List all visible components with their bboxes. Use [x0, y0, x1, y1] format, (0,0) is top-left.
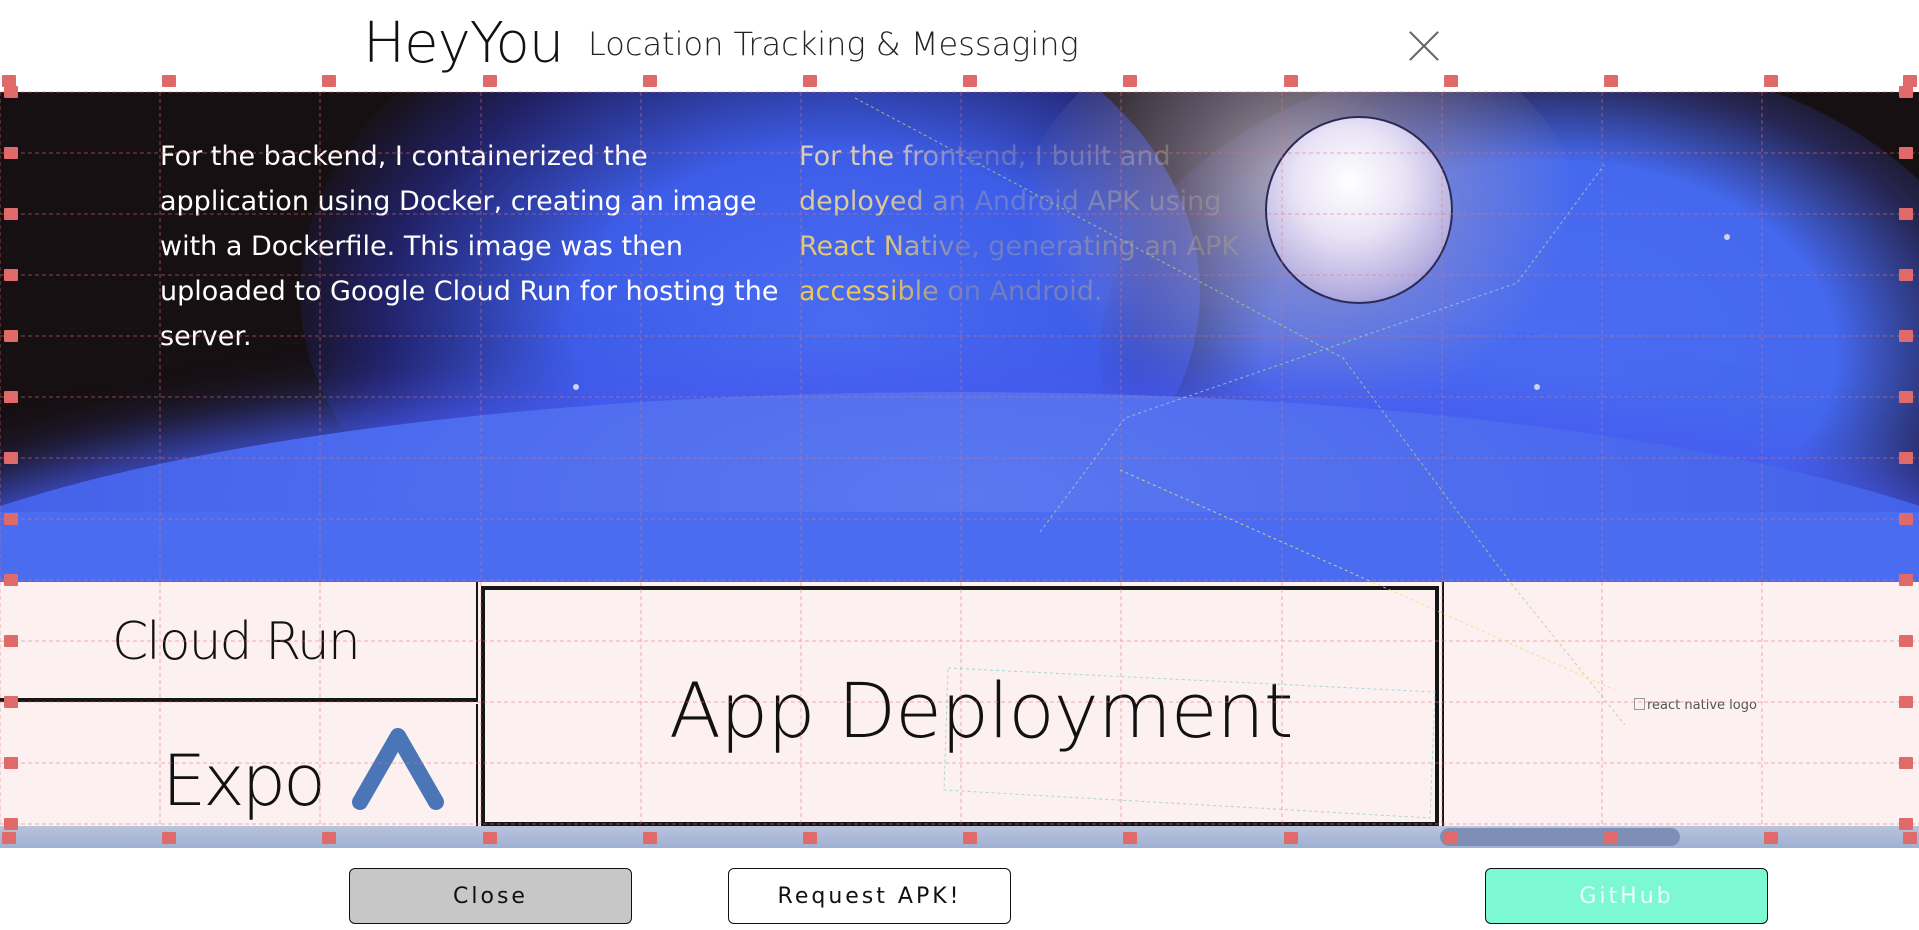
grid-tick-marker: [1444, 75, 1458, 87]
grid-tick-marker: [1899, 574, 1913, 586]
scrollbar-thumb[interactable]: [1440, 828, 1680, 846]
grid-tick-marker: [1284, 75, 1298, 87]
expo-label: Expo: [162, 740, 326, 822]
grid-tick-marker: [963, 75, 977, 87]
grid-tick-marker: [643, 75, 657, 87]
request-apk-button[interactable]: Request APK!: [728, 868, 1011, 924]
grid-tick-marker: [1899, 513, 1913, 525]
grid-tick-marker: [803, 75, 817, 87]
grid-tick-marker: [4, 269, 18, 281]
grid-tick-marker: [4, 818, 18, 830]
grid-tick-marker: [1123, 75, 1137, 87]
grid-tick-marker: [1899, 269, 1913, 281]
react-native-logo-icon: react native logo: [1634, 698, 1757, 713]
grid-tick-marker: [1899, 452, 1913, 464]
app-subtitle: Location Tracking & Messaging: [588, 25, 1079, 63]
grid-tick-marker: [963, 832, 977, 844]
horizontal-scrollbar[interactable]: [0, 826, 1919, 848]
grid-tick-marker: [1284, 832, 1298, 844]
grid-tick-marker: [1899, 696, 1913, 708]
grid-tick-marker: [162, 832, 176, 844]
planet-surface: [0, 512, 1919, 582]
grid-tick-marker: [1899, 208, 1913, 220]
hero-banner: For the backend, I containerized the app…: [0, 92, 1919, 582]
app-deployment-label: App Deployment: [669, 666, 1294, 755]
grid-tick-marker: [4, 696, 18, 708]
grid-tick-marker: [4, 330, 18, 342]
grid-tick-marker: [1899, 757, 1913, 769]
grid-tick-marker: [4, 513, 18, 525]
grid-tick-marker: [803, 832, 817, 844]
grid-tick-marker: [1604, 832, 1618, 844]
grid-tick-marker: [4, 391, 18, 403]
grid-tick-marker: [1899, 818, 1913, 830]
close-button[interactable]: Close: [349, 868, 632, 924]
grid-tick-marker: [322, 832, 336, 844]
grid-tick-marker: [1899, 391, 1913, 403]
grid-tick-marker: [4, 147, 18, 159]
github-button[interactable]: GitHub: [1485, 868, 1768, 924]
grid-tick-marker: [2, 832, 16, 844]
grid-tick-marker: [4, 757, 18, 769]
close-icon[interactable]: [1404, 26, 1444, 66]
grid-tick-marker: [4, 208, 18, 220]
grid-tick-marker: [483, 75, 497, 87]
grid-tick-marker: [4, 635, 18, 647]
star: [573, 384, 579, 390]
grid-tick-marker: [1604, 75, 1618, 87]
grid-tick-marker: [4, 574, 18, 586]
grid-tick-marker: [1899, 330, 1913, 342]
cloud-run-label: Cloud Run: [112, 612, 361, 672]
grid-tick-marker: [4, 86, 18, 98]
grid-tick-marker: [643, 832, 657, 844]
grid-tick-marker: [483, 832, 497, 844]
grid-tick-marker: [322, 75, 336, 87]
modal-header: HeyYou Location Tracking & Messaging: [0, 0, 1919, 92]
cloud-run-tile: Cloud Run: [0, 582, 478, 702]
frontend-description: For the frontend, I built and deployed a…: [799, 134, 1279, 314]
star: [1724, 234, 1730, 240]
grid-tick-marker: [1123, 832, 1137, 844]
grid-tick-marker: [4, 452, 18, 464]
grid-tick-marker: [1764, 75, 1778, 87]
modal-footer: Close Request APK! GitHub: [0, 848, 1919, 930]
grid-tick-marker: [1899, 635, 1913, 647]
grid-tick-marker: [1764, 832, 1778, 844]
grid-tick-marker: [1444, 832, 1458, 844]
star: [1534, 384, 1540, 390]
moon-image: [1265, 116, 1453, 304]
grid-tick-marker: [1903, 832, 1917, 844]
expo-logo-icon: [352, 728, 444, 810]
grid-tick-marker: [162, 75, 176, 87]
app-deployment-tile: App Deployment: [481, 586, 1439, 826]
backend-description: For the backend, I containerized the app…: [160, 141, 779, 352]
grid-tick-marker: [1899, 147, 1913, 159]
grid-tick-marker: [1899, 86, 1913, 98]
app-title: HeyYou: [363, 11, 564, 76]
tech-tiles: Cloud Run Expo App Deployment react nati…: [0, 582, 1919, 826]
